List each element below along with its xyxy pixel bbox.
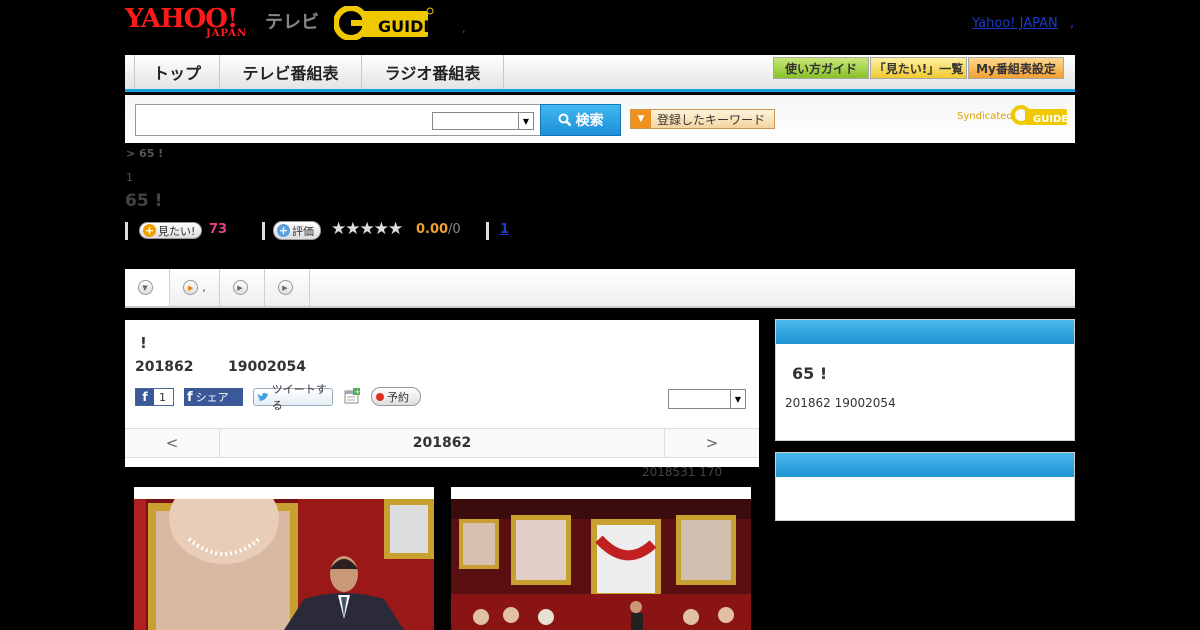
facebook-icon: f: [136, 389, 154, 405]
broadcast-time: 19002054: [228, 359, 306, 375]
program-detail-title: !: [140, 334, 147, 352]
want-button[interactable]: + 見たい!: [139, 222, 203, 239]
guide-button[interactable]: 使い方ガイド: [773, 57, 869, 79]
next-day-button[interactable]: >: [664, 429, 759, 457]
chevron-down-icon: ▼: [518, 113, 533, 129]
rating-score-max: /0: [448, 222, 461, 237]
registered-keywords-label: 登録したキーワード: [657, 112, 766, 127]
tab-link-2[interactable]: ▶: [265, 269, 310, 306]
header-link-separator: ,: [1070, 16, 1075, 31]
svg-text:GUIDE: GUIDE: [378, 17, 434, 36]
want-list-button[interactable]: 「見たい!」一覧: [870, 57, 967, 79]
plus-icon: +: [143, 224, 156, 237]
rate-button-label: 評価: [292, 224, 314, 238]
facebook-like-button[interactable]: f 1: [135, 388, 174, 406]
triangle-down-icon: ▼: [631, 110, 651, 128]
plus-icon: +: [277, 224, 290, 237]
header-dot: ,: [462, 22, 466, 35]
divider: [125, 222, 128, 240]
nav-tab-tv-listings[interactable]: テレビ番組表: [220, 55, 362, 89]
reminder-select[interactable]: ▼: [668, 389, 746, 409]
chevron-down-icon: ▼: [730, 390, 745, 408]
my-listings-settings-button[interactable]: My番組表設定: [968, 57, 1064, 79]
yahoo-japan-logo-text: JAPAN: [206, 28, 248, 39]
tweet-button[interactable]: ツイートする: [253, 383, 333, 412]
svg-text:GUIDE: GUIDE: [1033, 114, 1067, 125]
registered-keywords-button[interactable]: ▼ 登録したキーワード: [630, 109, 775, 129]
side-program-box: 65 ! 201862 19002054: [775, 319, 1075, 441]
play-circle-icon: ▶: [277, 280, 293, 295]
side-box-header: [776, 320, 1074, 344]
calendar-add-icon[interactable]: +: [344, 388, 360, 404]
side-program-title[interactable]: 65 !: [792, 364, 827, 383]
rating-stars: ★★★★★: [331, 219, 403, 239]
page-title: 65 !: [125, 191, 163, 211]
record-dot-icon: [376, 392, 384, 401]
broadcast-date: 201862: [135, 359, 194, 375]
previous-day-button[interactable]: <: [125, 429, 220, 457]
program-number: 1: [126, 171, 133, 184]
date-pager: < 201862 >: [125, 428, 759, 458]
search-button-label: 検索: [575, 113, 604, 129]
nav-left-edge: [125, 55, 135, 89]
reserve-label: 予約: [387, 390, 409, 404]
facebook-icon: f: [187, 389, 193, 405]
breadcrumb: > 65 !: [126, 147, 164, 160]
rating-score: 0.00: [416, 222, 449, 237]
studio-set-image: [451, 499, 751, 630]
program-detail-panel: ! 201862 19002054 f 1 f シェア ツイートする + 予約: [125, 320, 759, 467]
program-photo-1[interactable]: [134, 487, 434, 630]
rate-button[interactable]: + 評価: [273, 221, 321, 240]
divider: [262, 222, 265, 240]
program-photo-2[interactable]: [451, 487, 751, 630]
facebook-share-label: シェア: [195, 391, 229, 404]
tab-label: ,: [202, 281, 206, 294]
search-icon: [558, 113, 571, 127]
tab-video[interactable]: ▶ ,: [170, 269, 220, 306]
twitter-bird-icon: [257, 392, 269, 401]
gguide-logo[interactable]: GUIDE: [334, 6, 434, 40]
side-program-info: 201862 19002054: [785, 396, 896, 410]
play-circle-icon: ▶: [232, 280, 248, 295]
review-count-link[interactable]: 1: [500, 222, 509, 237]
syndicated-gguide-logo: GUIDE: [1011, 105, 1067, 125]
syndicated-text: Syndicated: [957, 111, 1013, 122]
main-nav: トップ テレビ番組表 ラジオ番組表 使い方ガイド 「見たい!」一覧 My番組表設…: [125, 55, 1075, 92]
side-box-header: [776, 453, 1074, 477]
host-portrait-image: [134, 499, 434, 630]
play-circle-icon: ▶: [183, 280, 199, 295]
nav-tab-radio-listings[interactable]: ラジオ番組表: [362, 55, 504, 89]
side-related-box: [775, 452, 1075, 521]
svg-text:+: +: [355, 388, 361, 396]
search-button[interactable]: 検索: [540, 104, 621, 136]
want-count: 73: [209, 222, 228, 237]
yahoo-japan-link[interactable]: Yahoo! JAPAN: [972, 16, 1058, 31]
search-category-select[interactable]: ▼: [432, 112, 534, 130]
down-circle-icon: ▼: [137, 280, 153, 295]
want-button-label: 見たい!: [158, 224, 196, 238]
divider: [486, 222, 489, 240]
search-bar: ▼ 検索 ▼ 登録したキーワード Syndicated GUIDE: [125, 95, 1075, 143]
tv-logo-text[interactable]: テレビ: [265, 8, 319, 34]
tab-link-1[interactable]: ▶: [220, 269, 265, 306]
nav-tab-top[interactable]: トップ: [135, 55, 220, 89]
tweet-label: ツイートする: [271, 383, 327, 412]
pager-current-date: 201862: [412, 435, 472, 451]
tab-info[interactable]: ▼: [125, 269, 170, 306]
updated-timestamp: 2018531 170: [642, 465, 723, 479]
facebook-share-button[interactable]: f シェア: [184, 388, 243, 406]
reserve-button[interactable]: 予約: [371, 387, 421, 406]
program-tabs: ▼ ▶ , ▶ ▶: [125, 269, 1075, 308]
facebook-like-count: 1: [159, 390, 166, 404]
